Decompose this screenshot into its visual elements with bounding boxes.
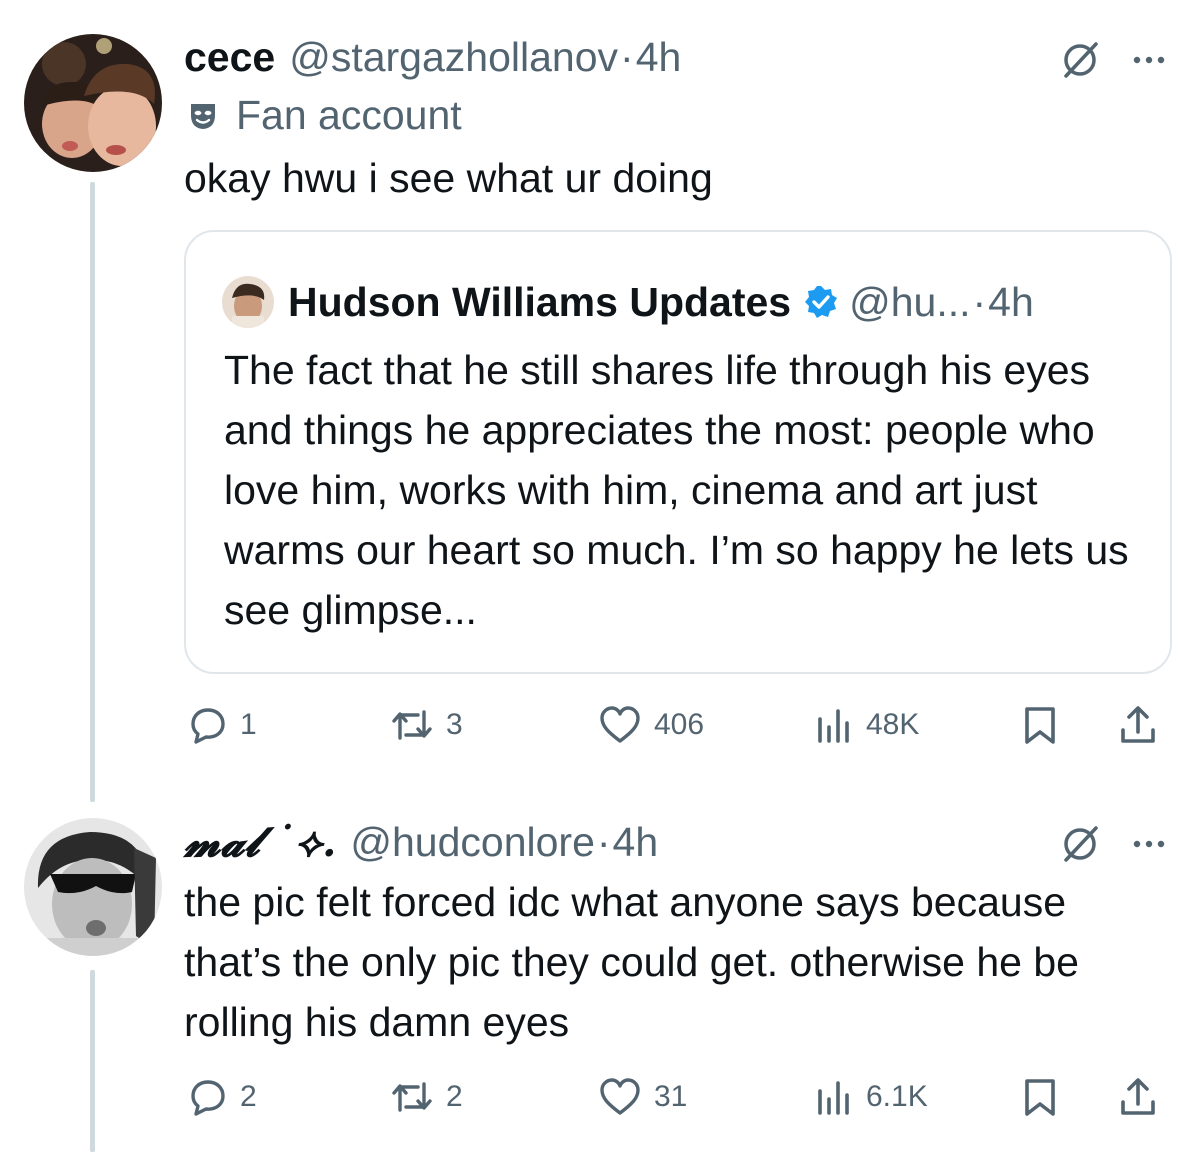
reply-button[interactable]: 2	[188, 1072, 257, 1122]
avatar	[222, 276, 274, 328]
tweet-header: 𝓶𝓪𝓵 ˙⟡. @hudconlore · 4h	[184, 818, 658, 867]
share-button[interactable]	[1118, 700, 1158, 750]
tweet-actions: 1 3 406 48K	[184, 700, 1174, 750]
slashed-circle-icon[interactable]	[1058, 38, 1102, 82]
reply-icon	[188, 705, 228, 745]
tweet-text: the pic felt forced idc what anyone says…	[184, 879, 1079, 1045]
verified-badge-icon	[803, 284, 839, 320]
slashed-circle-icon[interactable]	[1058, 822, 1102, 866]
views-button[interactable]: 48K	[814, 700, 919, 750]
views-count: 6.1K	[866, 1080, 928, 1113]
quoted-tweet[interactable]: Hudson Williams Updates @hu... · 4h The …	[184, 230, 1172, 674]
tweet-header: cece @stargazhollanov · 4h	[184, 34, 681, 81]
timestamp[interactable]: 4h	[636, 34, 682, 81]
tweet-top-icons	[1058, 822, 1166, 866]
avatar[interactable]	[24, 34, 162, 172]
bookmark-button[interactable]	[1020, 1072, 1060, 1122]
separator-dot: ·	[620, 34, 634, 80]
share-icon	[1118, 1077, 1158, 1117]
separator-dot: ·	[972, 278, 987, 325]
like-button[interactable]: 406	[598, 700, 704, 750]
share-icon	[1118, 705, 1158, 745]
reply-count: 2	[240, 1080, 257, 1113]
tweet-text: okay hwu i see what ur doing	[184, 155, 713, 201]
heart-icon	[598, 705, 642, 745]
handle[interactable]: @hudconlore	[350, 819, 595, 866]
thread-line	[90, 970, 95, 1152]
bookmark-icon	[1020, 705, 1060, 745]
quoted-display-name: Hudson Williams Updates	[288, 278, 792, 325]
views-icon	[814, 705, 854, 745]
reply-count: 1	[240, 708, 257, 741]
more-dots-icon[interactable]	[1132, 838, 1166, 850]
share-button[interactable]	[1118, 1072, 1158, 1122]
like-button[interactable]: 31	[598, 1072, 687, 1122]
badge-label: Fan account	[236, 92, 462, 138]
display-name[interactable]: 𝓶𝓪𝓵 ˙⟡.	[184, 818, 336, 867]
separator-dot: ·	[596, 819, 611, 865]
like-count: 31	[654, 1080, 688, 1113]
repost-button[interactable]: 2	[390, 1072, 463, 1122]
more-dots-icon[interactable]	[1132, 54, 1166, 66]
repost-count: 2	[446, 1080, 463, 1113]
heart-icon	[598, 1077, 642, 1117]
timestamp[interactable]: 4h	[613, 819, 659, 866]
bookmark-button[interactable]	[1020, 700, 1060, 750]
repost-count: 3	[446, 708, 463, 741]
reply-icon	[188, 1077, 228, 1117]
views-count: 48K	[866, 708, 920, 741]
quoted-tweet-header: Hudson Williams Updates @hu... · 4h	[222, 276, 1034, 328]
quoted-handle: @hu...	[849, 278, 971, 325]
views-icon	[814, 1077, 854, 1117]
handle[interactable]: @stargazhollanov	[289, 34, 618, 81]
quoted-timestamp: 4h	[988, 278, 1034, 325]
thread-line	[90, 182, 95, 802]
repost-icon	[390, 1077, 434, 1117]
display-name[interactable]: cece	[184, 34, 275, 81]
tweet-top-icons	[1058, 38, 1166, 82]
avatar[interactable]	[24, 818, 162, 956]
like-count: 406	[654, 708, 705, 741]
views-button[interactable]: 6.1K	[814, 1072, 928, 1122]
repost-icon	[390, 705, 434, 745]
reply-button[interactable]: 1	[188, 700, 257, 750]
theater-mask-icon	[188, 101, 218, 131]
bookmark-icon	[1020, 1077, 1060, 1117]
repost-button[interactable]: 3	[390, 700, 463, 750]
quoted-tweet-text: The fact that he still shares life throu…	[224, 347, 1129, 633]
tweet-actions: 2 2 31 6.1K	[184, 1072, 1174, 1122]
fan-account-badge: Fan account	[188, 92, 462, 139]
